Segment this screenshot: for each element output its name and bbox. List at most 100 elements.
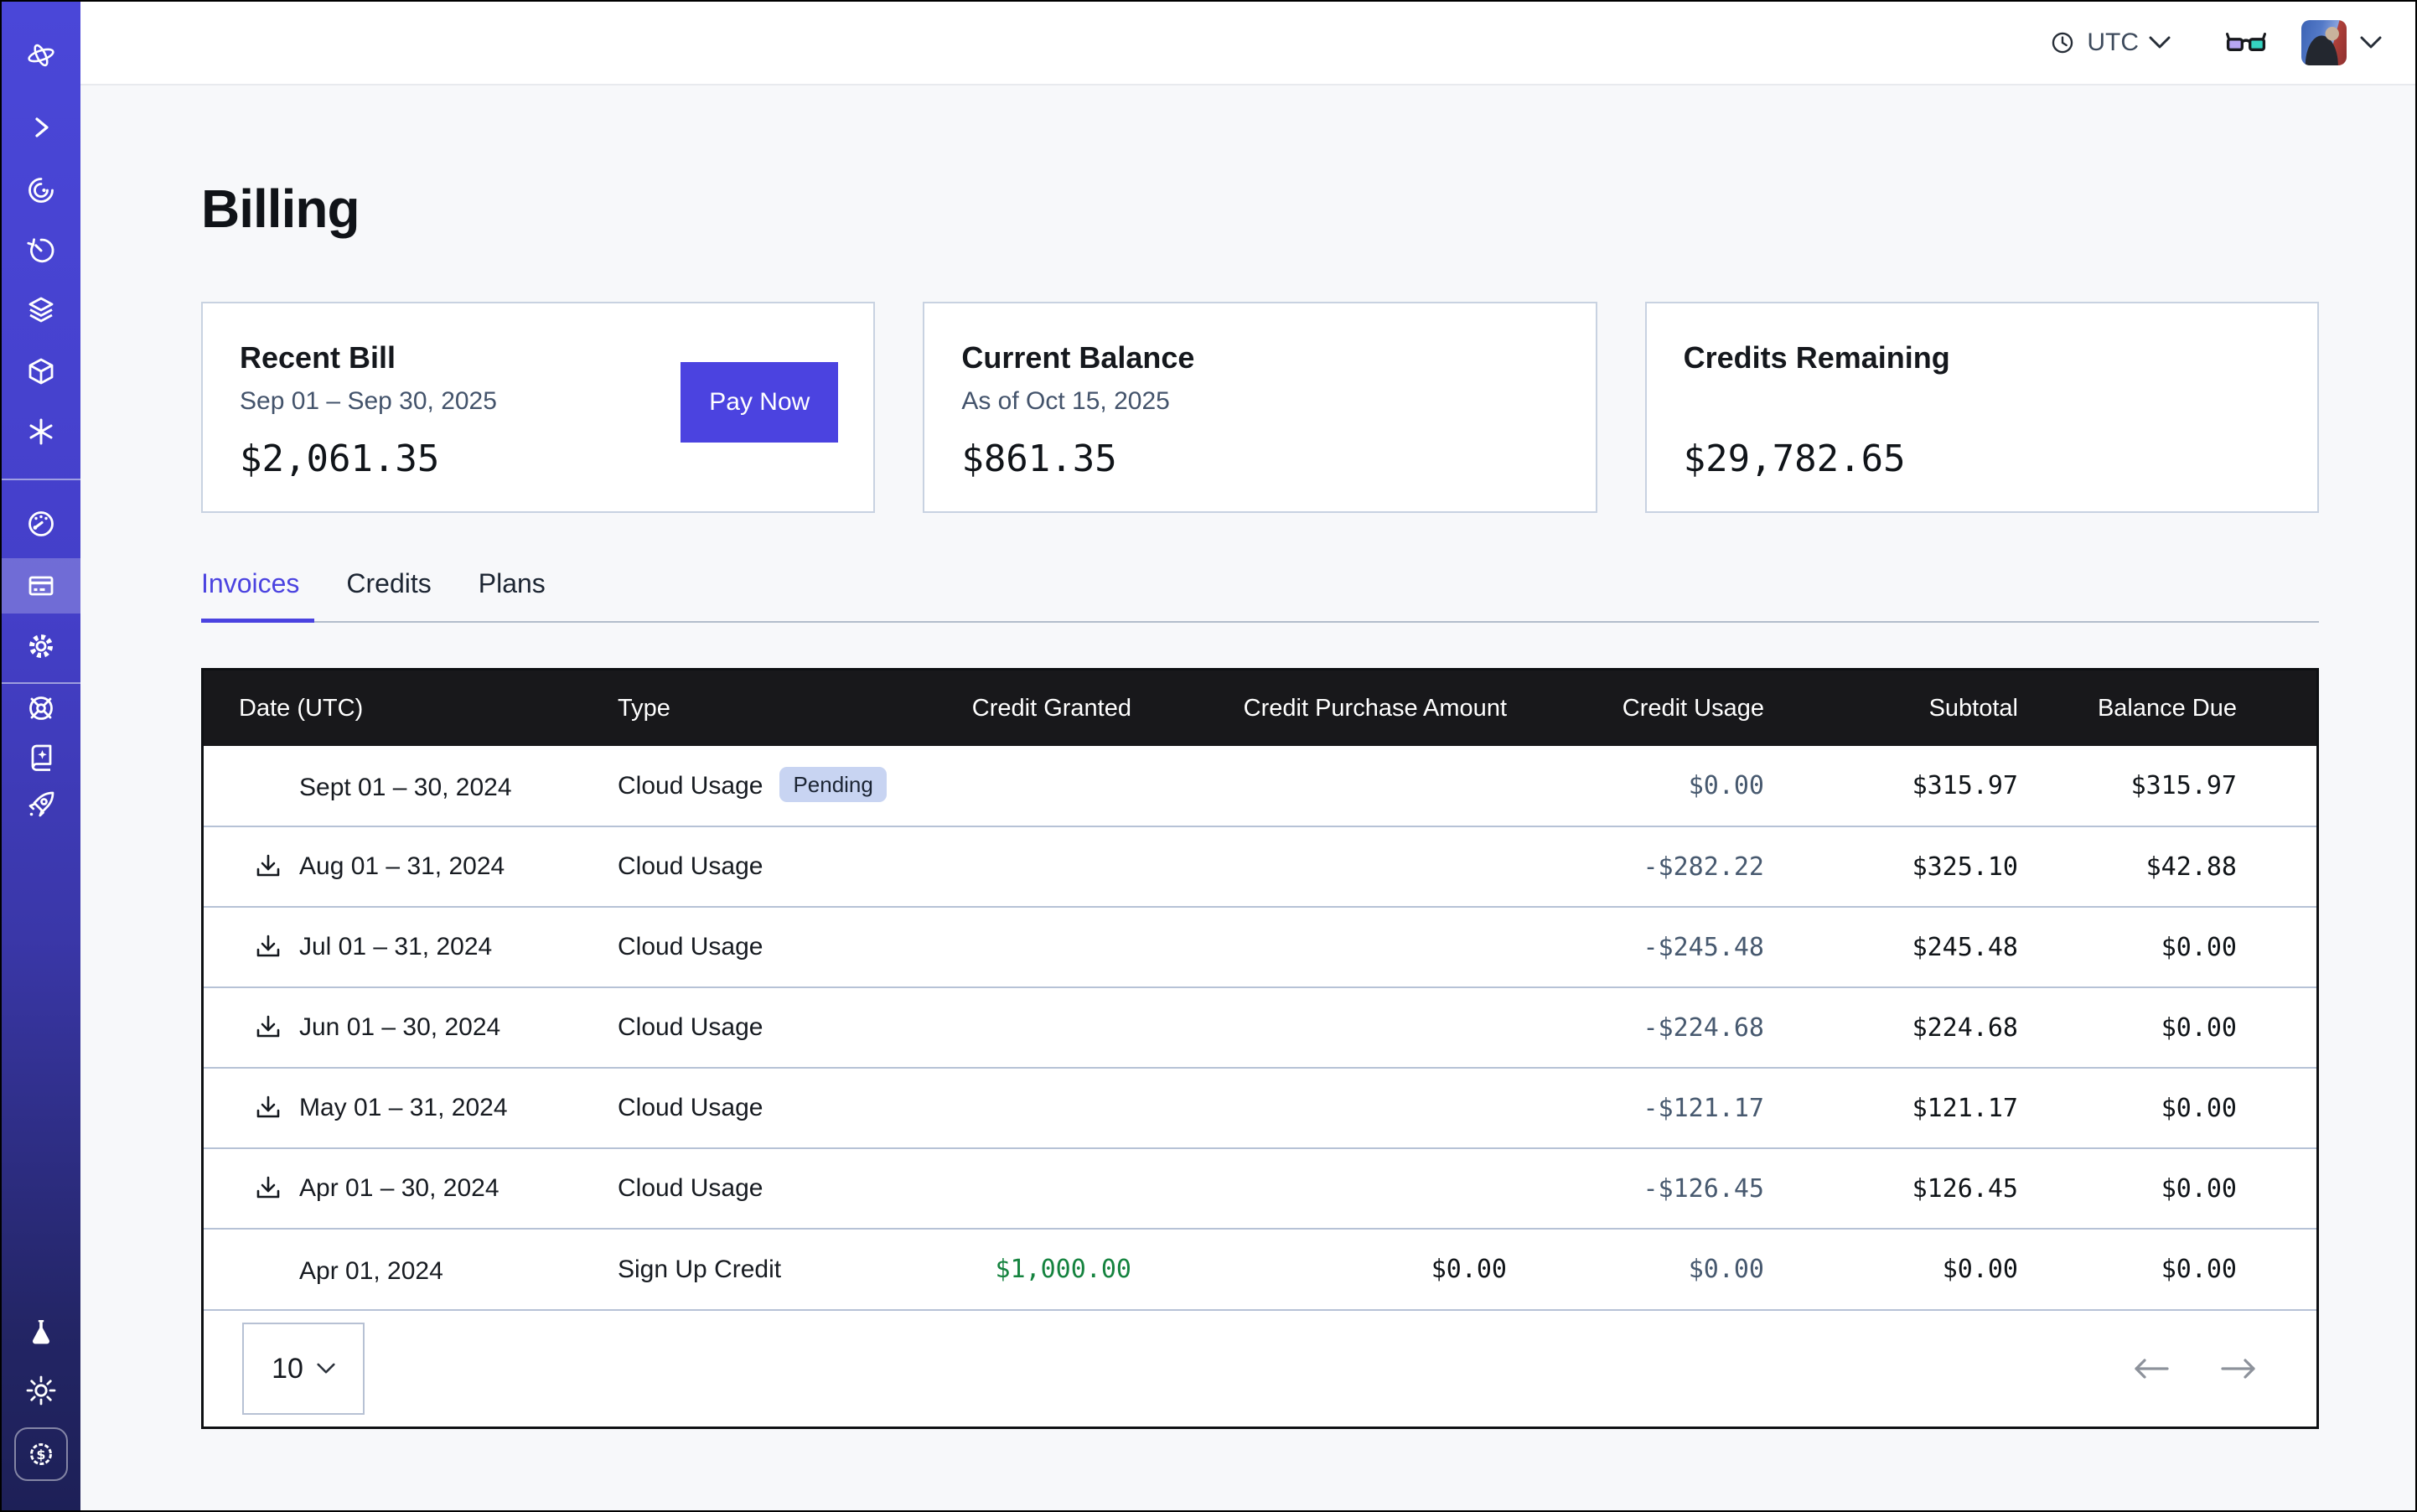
billing-credit-card-icon — [24, 569, 58, 603]
history-clock-icon[interactable] — [23, 232, 60, 269]
card-title: Current Balance — [961, 340, 1558, 375]
credits-remaining-card: Credits Remaining $29,782.65 — [1645, 302, 2319, 513]
col-date: Date (UTC) — [204, 671, 581, 746]
timezone-selector[interactable]: UTC — [2048, 28, 2171, 57]
summary-cards: Recent Bill Sep 01 – Sep 30, 2025 $2,061… — [201, 302, 2319, 513]
date-cell: Aug 01 – 31, 2024 — [204, 826, 581, 907]
download-invoice-icon[interactable] — [251, 930, 285, 964]
subtotal-cell: $325.10 — [1798, 826, 2052, 907]
topbar: UTC — [80, 2, 2415, 85]
status-badge: Pending — [779, 767, 886, 802]
arrow-right-icon — [2219, 1358, 2258, 1380]
date-cell: Apr 01 – 30, 2024 — [204, 1148, 581, 1229]
recent-bill-card: Recent Bill Sep 01 – Sep 30, 2025 $2,061… — [201, 302, 875, 513]
col-credit-purchase-amount: Credit Purchase Amount — [1165, 671, 1540, 746]
credit-purchase-cell — [1165, 1148, 1540, 1229]
chevron-down-icon — [2360, 36, 2382, 49]
main-area: UTC Billing — [80, 2, 2415, 1510]
credit-granted-cell — [950, 746, 1165, 826]
date-cell: Sept 01 – 30, 2024 — [204, 746, 581, 826]
next-page-button[interactable] — [2219, 1358, 2258, 1380]
credit-granted-cell — [950, 826, 1165, 907]
credit-granted-cell — [950, 907, 1165, 987]
col-credit-granted: Credit Granted — [950, 671, 1165, 746]
balance-due-cell: $315.97 — [2052, 746, 2316, 826]
arrow-left-icon — [2132, 1358, 2171, 1380]
support-wheel-icon[interactable] — [23, 690, 60, 727]
col-type: Type — [581, 671, 950, 746]
cube-package-icon[interactable] — [23, 353, 60, 390]
table-footer: 10 — [204, 1309, 2316, 1427]
asterisk-icon[interactable] — [23, 413, 60, 450]
table-row: Apr 01, 2024 Sign Up Credit $1,000.00 $0… — [204, 1229, 2316, 1309]
credit-purchase-cell: $0.00 — [1165, 1229, 1540, 1309]
download-invoice-icon[interactable] — [251, 850, 285, 883]
pay-now-button[interactable]: Pay Now — [681, 362, 838, 443]
date-cell: Jul 01 – 31, 2024 — [204, 907, 581, 987]
layers-stack-icon[interactable] — [23, 292, 60, 329]
orbit-logo-icon[interactable] — [23, 37, 60, 74]
svg-text:$: $ — [36, 1447, 45, 1463]
balance-due-cell: $0.00 — [2052, 1068, 2316, 1148]
current-balance-card: Current Balance As of Oct 15, 2025 $861.… — [923, 302, 1597, 513]
chevron-right-icon[interactable] — [23, 109, 60, 146]
tab-credits[interactable]: Credits — [346, 568, 434, 621]
credit-purchase-cell — [1165, 987, 1540, 1068]
col-credit-usage: Credit Usage — [1540, 671, 1798, 746]
theme-sun-icon[interactable] — [23, 1372, 60, 1409]
previous-page-button[interactable] — [2132, 1358, 2171, 1380]
download-invoice-icon[interactable] — [251, 1011, 285, 1044]
clock-icon — [2048, 28, 2077, 57]
credits-dollar-badge-icon[interactable]: $ — [14, 1427, 68, 1481]
sidebar: $ — [2, 2, 80, 1510]
download-invoice-icon[interactable] — [251, 1091, 285, 1125]
app-window: $ UTC — [0, 0, 2417, 1512]
credit-usage-cell: -$245.48 — [1540, 907, 1798, 987]
rocket-icon[interactable] — [23, 786, 60, 823]
user-avatar[interactable] — [2301, 20, 2347, 65]
table-row: Aug 01 – 31, 2024 Cloud Usage -$282.22 $… — [204, 826, 2316, 907]
credit-granted-cell — [950, 987, 1165, 1068]
timezone-label: UTC — [2087, 28, 2139, 57]
sidebar-item-billing[interactable] — [2, 558, 80, 614]
balance-due-cell: $0.00 — [2052, 1148, 2316, 1229]
page-size-select[interactable]: 10 — [242, 1323, 365, 1415]
subtotal-cell: $315.97 — [1798, 746, 2052, 826]
tab-plans[interactable]: Plans — [479, 568, 549, 621]
settings-gear-icon[interactable] — [23, 628, 60, 665]
docs-book-sparkle-icon[interactable] — [23, 739, 60, 776]
card-amount: $2,061.35 — [240, 438, 836, 480]
credit-granted-cell — [950, 1148, 1165, 1229]
tab-invoices[interactable]: Invoices — [201, 568, 303, 621]
type-cell: Cloud Usage — [581, 987, 950, 1068]
credit-purchase-cell — [1165, 1068, 1540, 1148]
account-menu-button[interactable] — [2360, 36, 2382, 49]
subtotal-cell: $0.00 — [1798, 1229, 2052, 1309]
page-size-value: 10 — [272, 1353, 303, 1385]
type-cell: Cloud UsagePending — [581, 746, 950, 826]
type-cell: Cloud Usage — [581, 1148, 950, 1229]
dashboard-gauge-icon[interactable] — [23, 505, 60, 542]
card-subtitle: As of Oct 15, 2025 — [961, 387, 1558, 419]
table-row: Sept 01 – 30, 2024 Cloud UsagePending $0… — [204, 746, 2316, 826]
balance-due-cell: $0.00 — [2052, 1229, 2316, 1309]
date-cell: May 01 – 31, 2024 — [204, 1068, 581, 1148]
table-row: May 01 – 31, 2024 Cloud Usage -$121.17 $… — [204, 1068, 2316, 1148]
credit-purchase-cell — [1165, 826, 1540, 907]
sidebar-divider — [2, 682, 80, 684]
balance-due-cell: $42.88 — [2052, 826, 2316, 907]
type-cell: Sign Up Credit — [581, 1229, 950, 1309]
invoices-table: Date (UTC) Type Credit Granted Credit Pu… — [201, 668, 2319, 1429]
credit-usage-cell: -$121.17 — [1540, 1068, 1798, 1148]
stream-spiral-icon[interactable] — [23, 172, 60, 209]
download-invoice-icon[interactable] — [251, 1172, 285, 1205]
type-cell: Cloud Usage — [581, 907, 950, 987]
table-row: Apr 01 – 30, 2024 Cloud Usage -$126.45 $… — [204, 1148, 2316, 1229]
reader-glasses-button[interactable] — [2226, 30, 2266, 55]
table-header-row: Date (UTC) Type Credit Granted Credit Pu… — [204, 671, 2316, 746]
card-title: Credits Remaining — [1684, 340, 2280, 375]
labs-flask-icon[interactable] — [23, 1313, 60, 1350]
balance-due-cell: $0.00 — [2052, 907, 2316, 987]
download-spacer — [251, 1253, 285, 1287]
content: Billing Recent Bill Sep 01 – Sep 30, 202… — [80, 85, 2415, 1510]
